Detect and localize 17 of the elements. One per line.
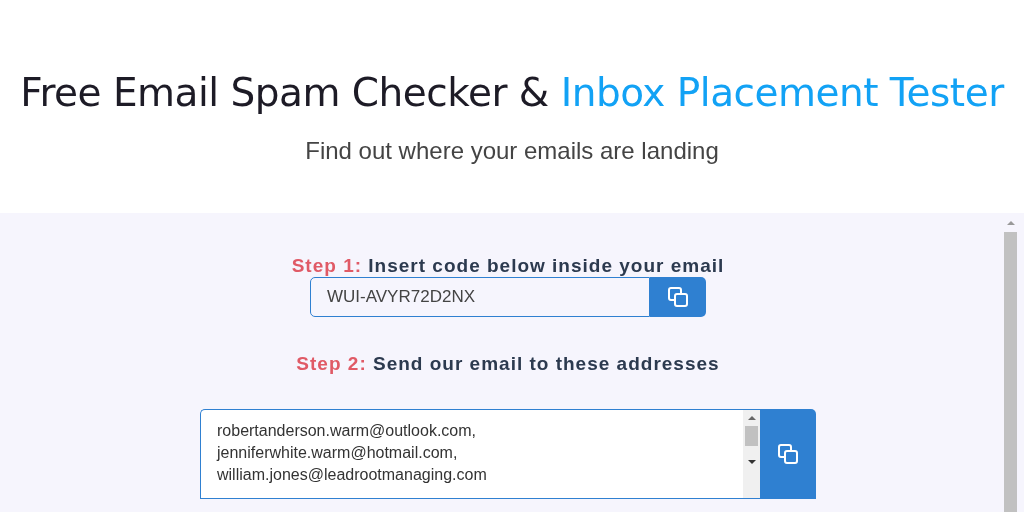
subtitle: Find out where your emails are landing [305, 137, 719, 165]
copy-button[interactable] [650, 277, 706, 317]
copy-icon [667, 286, 689, 308]
copy-icon [777, 443, 799, 465]
email-address: robertanderson.warm@outlook.com, [217, 421, 478, 441]
step-text: Send our email to these addresses [373, 353, 720, 374]
page-title-highlight: Inbox Placement Tester [560, 70, 1004, 115]
email-address: william.jones@leadrootmanaging.com [217, 465, 488, 485]
step-label: Step 2: [296, 353, 367, 374]
address-list-field[interactable]: robertanderson.warm@outlook.com, jenniferwhite.warm@hotmail.com, william.jones@leadrootmanaging.com [200, 409, 760, 499]
copy-button[interactable] [760, 409, 816, 499]
code-field[interactable]: WUI-AVYR72D2NX [310, 277, 650, 317]
step-text: Insert code below inside your email [368, 255, 725, 276]
page-title: Free Email Spam Checker & [20, 70, 550, 115]
scrollbar[interactable] [743, 410, 760, 498]
step-label: Step 1: [291, 255, 363, 276]
email-address: jenniferwhite.warm@hotmail.com, [217, 443, 459, 463]
